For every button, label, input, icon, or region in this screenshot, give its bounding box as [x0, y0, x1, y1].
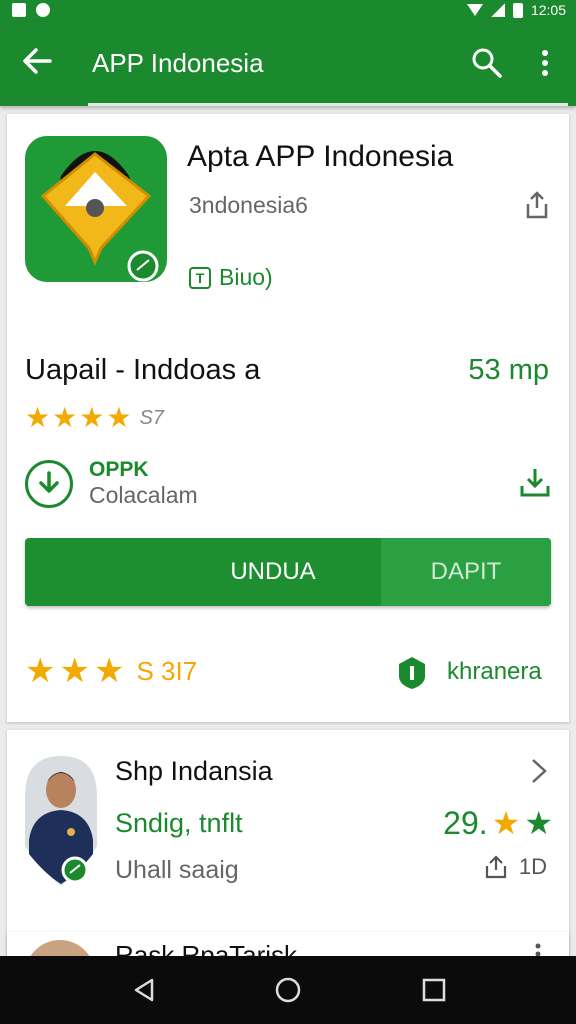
- share-icon[interactable]: [523, 190, 551, 220]
- related-app-card[interactable]: Shp Indansia Sndig, tnflt Uhall saaig 29…: [7, 730, 569, 960]
- shield-label[interactable]: khranera: [447, 658, 542, 686]
- nav-back-icon[interactable]: [130, 976, 158, 1004]
- wifi-icon: [466, 4, 483, 16]
- battery-icon: [512, 2, 523, 18]
- related-app-title[interactable]: Shp Indansia: [115, 756, 273, 787]
- shield-icon: [397, 656, 427, 690]
- app-subtitle: Uapail - Inddoas a: [25, 354, 261, 386]
- star-icon: ★: [524, 805, 553, 841]
- chevron-right-icon[interactable]: [527, 756, 551, 786]
- rating-text-large: S 3I7: [136, 655, 198, 686]
- status-bar: 12:05: [0, 0, 576, 22]
- rating-stars-small: ★ ★ ★ ★ S7: [25, 404, 164, 432]
- download-tray-icon[interactable]: [519, 466, 551, 498]
- star-icon: ★: [59, 652, 90, 690]
- star-icon: ★: [79, 402, 105, 433]
- developer-avatar: [25, 756, 97, 886]
- app-bar-title: APP Indonesia: [92, 48, 264, 78]
- rating-box-icon: T: [189, 266, 211, 289]
- sync-icon: [36, 3, 50, 17]
- app-logo-icon: [25, 136, 167, 282]
- search-icon[interactable]: [470, 46, 504, 80]
- rating-value: 29.: [443, 804, 488, 841]
- app-title: Apta APP Indonesia: [187, 140, 454, 173]
- related-app-action-label: 1D: [518, 854, 547, 879]
- status-time: 12:05: [530, 2, 566, 18]
- install-button-label[interactable]: UNDUA: [25, 538, 381, 606]
- tab-indicator: [88, 103, 568, 106]
- app-detail-card: Apta APP Indonesia 3ndonesia6 T Biuo) Ua…: [7, 114, 569, 722]
- star-icon: ★: [25, 652, 56, 690]
- download-circle-icon[interactable]: [25, 460, 73, 508]
- content-rating-badge: T Biuo): [189, 264, 273, 291]
- system-nav-bar: [0, 956, 576, 1024]
- download-label-bottom: Colacalam: [89, 482, 198, 508]
- rating-stars-large: ★ ★ ★ S 3I7: [25, 654, 197, 688]
- install-button[interactable]: UNDUA DAPIT: [25, 538, 551, 606]
- download-label-top: OPPK: [89, 458, 149, 481]
- rating-text-small: S7: [139, 406, 164, 429]
- more-vert-icon[interactable]: [534, 46, 556, 80]
- star-icon: ★: [491, 805, 521, 841]
- secondary-button-label[interactable]: DAPIT: [381, 538, 551, 606]
- share-icon[interactable]: [483, 854, 509, 880]
- star-icon: ★: [25, 402, 51, 433]
- signal-icon: [490, 3, 505, 17]
- nav-home-icon[interactable]: [274, 976, 302, 1004]
- back-arrow-icon[interactable]: [20, 44, 54, 78]
- app-size: 53 mp: [468, 354, 549, 386]
- star-icon: ★: [93, 652, 125, 690]
- notification-icon: [12, 3, 26, 17]
- nav-recents-icon[interactable]: [420, 976, 448, 1004]
- related-app-action[interactable]: 1D: [483, 854, 547, 880]
- star-icon: ★: [52, 402, 78, 433]
- developer-name[interactable]: 3ndonesia6: [189, 192, 308, 219]
- app-bar: APP Indonesia: [0, 22, 576, 106]
- badge-label: Biuo): [219, 264, 273, 290]
- related-app-meta: Uhall saaig: [115, 856, 239, 884]
- star-icon: ★: [106, 402, 132, 433]
- related-app-subtitle: Sndig, tnflt: [115, 808, 243, 838]
- related-app-rating: 29. ★ ★: [443, 804, 553, 842]
